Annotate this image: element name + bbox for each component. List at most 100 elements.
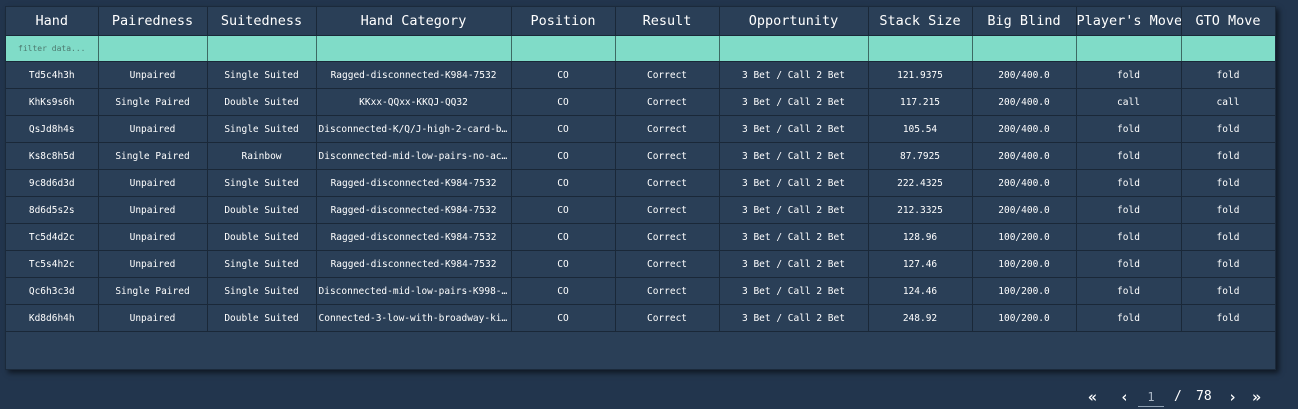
filter-input-opportunity[interactable] bbox=[719, 36, 868, 61]
cell-big-blind[interactable]: 200/400.0 bbox=[972, 61, 1077, 89]
column-header-result[interactable]: Result bbox=[615, 7, 720, 36]
cell-position[interactable]: CO bbox=[511, 250, 616, 278]
cell-position[interactable]: CO bbox=[511, 169, 616, 197]
table-row[interactable]: Kd8d6h4h Unpaired Double Suited Connecte… bbox=[6, 304, 1275, 332]
column-header-stack-size[interactable]: Stack Size bbox=[868, 7, 973, 36]
cell-suitedness[interactable]: Single Suited bbox=[207, 115, 317, 143]
cell-stack-size[interactable]: 248.92 bbox=[868, 304, 973, 332]
cell-pairedness[interactable]: Unpaired bbox=[98, 115, 208, 143]
cell-result[interactable]: Correct bbox=[615, 250, 720, 278]
cell-stack-size[interactable]: 105.54 bbox=[868, 115, 973, 143]
cell-suitedness[interactable]: Single Suited bbox=[207, 61, 317, 89]
cell-hand[interactable]: Tc5d4d2c bbox=[6, 223, 99, 251]
cell-suitedness[interactable]: Single Suited bbox=[207, 250, 317, 278]
column-header-opportunity[interactable]: Opportunity bbox=[719, 7, 869, 36]
cell-hand-category[interactable]: KKxx-QQxx-KKQJ-QQ32 bbox=[316, 88, 512, 116]
cell-players-move[interactable]: fold bbox=[1076, 142, 1182, 170]
column-header-players-move[interactable]: Player's Move bbox=[1076, 7, 1182, 36]
cell-hand[interactable]: Td5c4h3h bbox=[6, 61, 99, 89]
cell-players-move[interactable]: fold bbox=[1076, 169, 1182, 197]
cell-result[interactable]: Correct bbox=[615, 115, 720, 143]
cell-hand-category[interactable]: Ragged-disconnected-K984-7532 bbox=[316, 196, 512, 224]
double-chevron-right-icon[interactable]: » bbox=[1252, 388, 1261, 406]
cell-players-move[interactable]: fold bbox=[1076, 115, 1182, 143]
cell-hand[interactable]: Qc6h3c3d bbox=[6, 277, 99, 305]
cell-position[interactable]: CO bbox=[511, 304, 616, 332]
cell-big-blind[interactable]: 100/200.0 bbox=[972, 304, 1077, 332]
cell-opportunity[interactable]: 3 Bet / Call 2 Bet bbox=[719, 277, 869, 305]
table-row[interactable]: Qc6h3c3d Single Paired Single Suited Dis… bbox=[6, 277, 1275, 305]
column-header-suitedness[interactable]: Suitedness bbox=[207, 7, 317, 36]
cell-hand-category[interactable]: Connected-3-low-with-broadway-kick… bbox=[316, 304, 512, 332]
table-row[interactable]: Td5c4h3h Unpaired Single Suited Ragged-d… bbox=[6, 61, 1275, 89]
filter-input-gto-move[interactable] bbox=[1181, 36, 1275, 61]
column-header-hand[interactable]: Hand bbox=[6, 7, 99, 36]
cell-position[interactable]: CO bbox=[511, 142, 616, 170]
filter-input-hand-category[interactable] bbox=[316, 36, 511, 61]
cell-position[interactable]: CO bbox=[511, 277, 616, 305]
filter-input-result[interactable] bbox=[615, 36, 719, 61]
cell-gto-move[interactable]: fold bbox=[1181, 115, 1275, 143]
table-row[interactable]: Tc5s4h2c Unpaired Single Suited Ragged-d… bbox=[6, 250, 1275, 278]
table-row[interactable]: 9c8d6d3d Unpaired Single Suited Ragged-d… bbox=[6, 169, 1275, 197]
double-chevron-left-icon[interactable]: « bbox=[1088, 388, 1097, 406]
table-row[interactable]: QsJd8h4s Unpaired Single Suited Disconne… bbox=[6, 115, 1275, 143]
chevron-right-icon[interactable]: › bbox=[1228, 388, 1237, 406]
cell-stack-size[interactable]: 124.46 bbox=[868, 277, 973, 305]
cell-players-move[interactable]: fold bbox=[1076, 223, 1182, 251]
cell-pairedness[interactable]: Single Paired bbox=[98, 142, 208, 170]
cell-hand[interactable]: Tc5s4h2c bbox=[6, 250, 99, 278]
filter-input-stack-size[interactable] bbox=[868, 36, 972, 61]
filter-input-big-blind[interactable] bbox=[972, 36, 1076, 61]
column-header-big-blind[interactable]: Big Blind bbox=[972, 7, 1077, 36]
page-number-input[interactable] bbox=[1138, 388, 1164, 407]
cell-hand-category[interactable]: Ragged-disconnected-K984-7532 bbox=[316, 250, 512, 278]
cell-big-blind[interactable]: 100/200.0 bbox=[972, 250, 1077, 278]
cell-hand-category[interactable]: Disconnected-K/Q/J-high-2-card-bro… bbox=[316, 115, 512, 143]
filter-input-suitedness[interactable] bbox=[207, 36, 316, 61]
cell-suitedness[interactable]: Double Suited bbox=[207, 223, 317, 251]
cell-suitedness[interactable]: Single Suited bbox=[207, 277, 317, 305]
cell-players-move[interactable]: call bbox=[1076, 88, 1182, 116]
table-row[interactable]: 8d6d5s2s Unpaired Double Suited Ragged-d… bbox=[6, 196, 1275, 224]
cell-hand-category[interactable]: Disconnected-mid-low-pairs-no-ace-… bbox=[316, 142, 512, 170]
cell-suitedness[interactable]: Rainbow bbox=[207, 142, 317, 170]
cell-opportunity[interactable]: 3 Bet / Call 2 Bet bbox=[719, 142, 869, 170]
column-header-hand-category[interactable]: Hand Category bbox=[316, 7, 512, 36]
cell-result[interactable]: Correct bbox=[615, 169, 720, 197]
cell-suitedness[interactable]: Double Suited bbox=[207, 196, 317, 224]
table-row[interactable]: KhKs9s6h Single Paired Double Suited KKx… bbox=[6, 88, 1275, 116]
cell-result[interactable]: Correct bbox=[615, 277, 720, 305]
cell-big-blind[interactable]: 100/200.0 bbox=[972, 223, 1077, 251]
filter-input-hand[interactable] bbox=[6, 36, 98, 61]
cell-hand-category[interactable]: Disconnected-mid-low-pairs-K998-63… bbox=[316, 277, 512, 305]
cell-result[interactable]: Correct bbox=[615, 196, 720, 224]
column-header-pairedness[interactable]: Pairedness bbox=[98, 7, 208, 36]
cell-hand[interactable]: Ks8c8h5d bbox=[6, 142, 99, 170]
cell-hand[interactable]: QsJd8h4s bbox=[6, 115, 99, 143]
filter-input-pairedness[interactable] bbox=[98, 36, 207, 61]
cell-opportunity[interactable]: 3 Bet / Call 2 Bet bbox=[719, 250, 869, 278]
cell-pairedness[interactable]: Unpaired bbox=[98, 196, 208, 224]
cell-hand[interactable]: Kd8d6h4h bbox=[6, 304, 99, 332]
cell-gto-move[interactable]: call bbox=[1181, 88, 1275, 116]
cell-opportunity[interactable]: 3 Bet / Call 2 Bet bbox=[719, 223, 869, 251]
cell-stack-size[interactable]: 117.215 bbox=[868, 88, 973, 116]
cell-position[interactable]: CO bbox=[511, 88, 616, 116]
cell-result[interactable]: Correct bbox=[615, 304, 720, 332]
cell-opportunity[interactable]: 3 Bet / Call 2 Bet bbox=[719, 61, 869, 89]
cell-hand-category[interactable]: Ragged-disconnected-K984-7532 bbox=[316, 169, 512, 197]
cell-opportunity[interactable]: 3 Bet / Call 2 Bet bbox=[719, 304, 869, 332]
cell-stack-size[interactable]: 87.7925 bbox=[868, 142, 973, 170]
cell-gto-move[interactable]: fold bbox=[1181, 169, 1275, 197]
cell-stack-size[interactable]: 212.3325 bbox=[868, 196, 973, 224]
cell-hand-category[interactable]: Ragged-disconnected-K984-7532 bbox=[316, 223, 512, 251]
cell-result[interactable]: Correct bbox=[615, 142, 720, 170]
cell-gto-move[interactable]: fold bbox=[1181, 277, 1275, 305]
cell-position[interactable]: CO bbox=[511, 196, 616, 224]
column-header-position[interactable]: Position bbox=[511, 7, 616, 36]
cell-gto-move[interactable]: fold bbox=[1181, 142, 1275, 170]
cell-pairedness[interactable]: Unpaired bbox=[98, 169, 208, 197]
cell-pairedness[interactable]: Unpaired bbox=[98, 223, 208, 251]
cell-players-move[interactable]: fold bbox=[1076, 277, 1182, 305]
